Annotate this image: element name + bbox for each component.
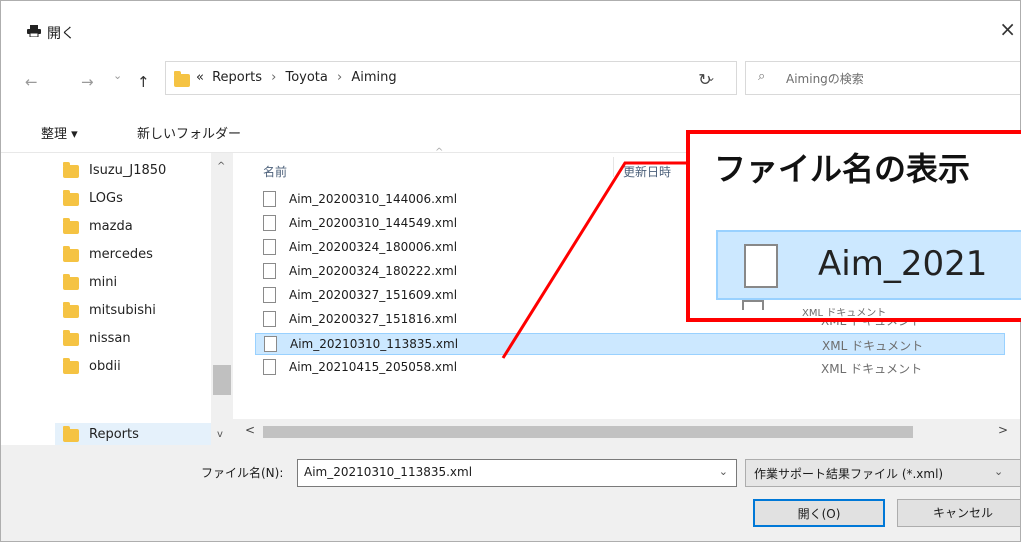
callout-zoom-filename: Aim_2021 [818, 244, 988, 284]
file-icon [742, 300, 764, 310]
file-icon [744, 244, 778, 288]
callout-panel: ファイル名の表示 Aim_2021 XML ドキュメント [686, 130, 1021, 322]
callout-next-type: XML ドキュメント [802, 308, 887, 319]
callout-line [501, 161, 690, 359]
callout-zoom-row: Aim_2021 [716, 230, 1021, 300]
callout-title: ファイル名の表示 [714, 150, 971, 188]
